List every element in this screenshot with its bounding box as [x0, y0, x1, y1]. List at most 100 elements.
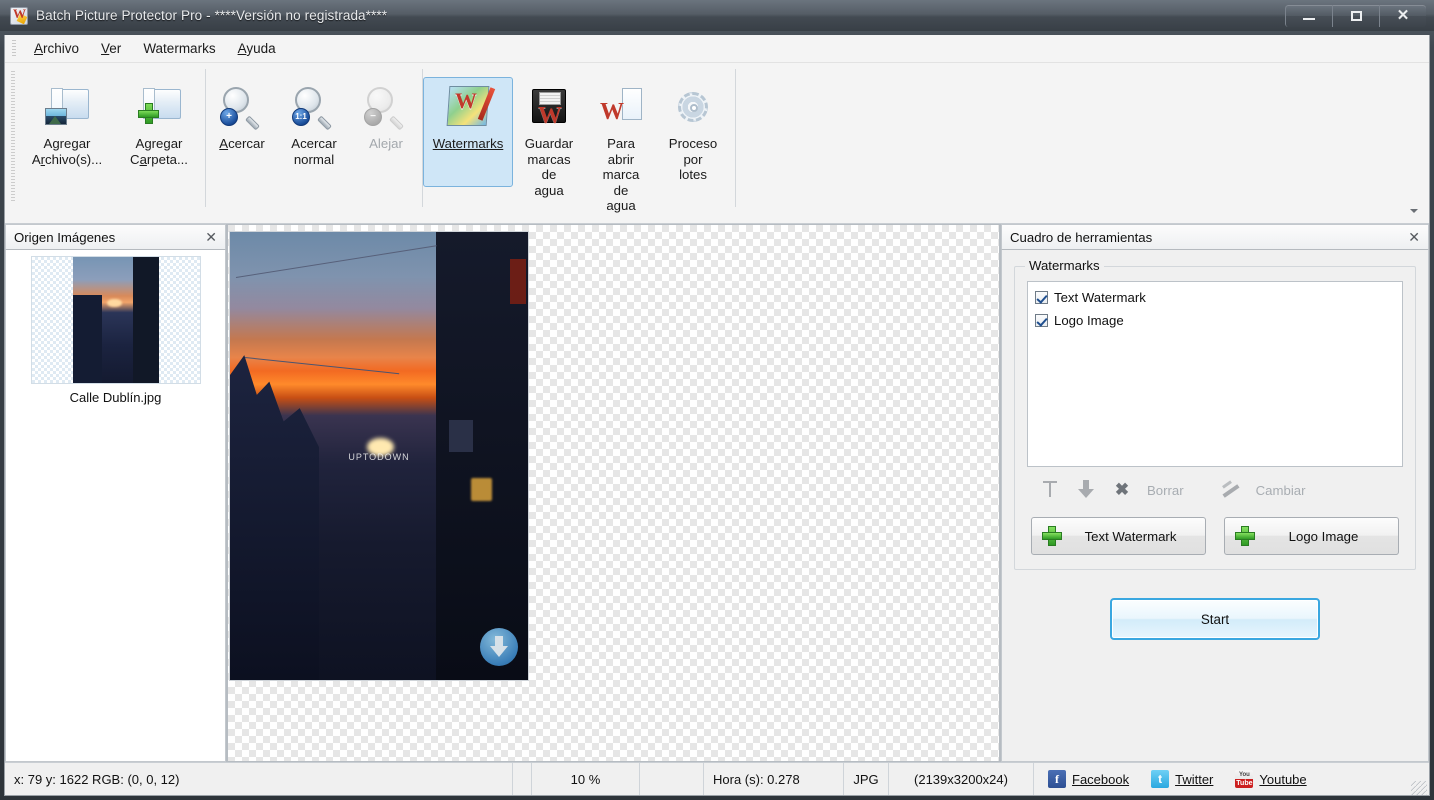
list-item[interactable]: Logo Image [1031, 309, 1399, 332]
toolbar-watermarks-label: Watermarks [432, 136, 504, 151]
toolbar-save-watermarks[interactable]: W Guardar marcas de agua [513, 77, 585, 199]
status-elapsed-time: Hora (s): 0.278 [704, 763, 844, 795]
move-down-icon [1075, 480, 1097, 500]
delete-button[interactable]: ✖ [1105, 476, 1139, 504]
photo-wire-2 [244, 357, 400, 375]
youtube-icon [1235, 770, 1254, 788]
toolbar-add-folder[interactable]: Agregar Carpeta... [113, 77, 205, 187]
toolbar-zoom-in-label: Acercar [219, 136, 265, 151]
borrar-button[interactable]: Borrar [1141, 479, 1190, 502]
toolbar-zoom-in[interactable]: + Acercar [206, 77, 278, 187]
save-watermarks-icon: W [526, 84, 572, 130]
status-spacer [513, 763, 532, 795]
status-zoom-level: 10 % [532, 763, 640, 795]
toolbar-watermarks[interactable]: W Watermarks [423, 77, 513, 187]
window-controls: ✕ [1285, 4, 1426, 27]
toolbar-batch-process-label: Proceso por lotes [668, 136, 718, 182]
add-text-watermark-button[interactable]: Text Watermark [1031, 517, 1206, 555]
main-body: Origen Imágenes ✕ Calle Dublín.jpg UPTOD… [5, 224, 1429, 762]
toolbar-zoom-out[interactable]: − Alejar [350, 77, 422, 187]
cambiar-label: Cambiar [1255, 482, 1306, 498]
watermark-list-tools: ✖ Borrar Cambiar [1027, 473, 1403, 507]
list-item-label: Text Watermark [1054, 290, 1146, 305]
status-coordinates: x: 79 y: 1622 RGB: (0, 0, 12) [5, 763, 513, 795]
add-logo-image-button[interactable]: Logo Image [1224, 517, 1399, 555]
photo-wire [235, 245, 437, 278]
move-up-icon [1039, 480, 1061, 500]
close-icon: ✕ [1396, 7, 1410, 24]
batch-process-icon [670, 84, 716, 130]
toolbar-overflow-button[interactable] [1407, 205, 1421, 217]
status-social-links: f Facebook t Twitter You tube [1034, 763, 1429, 795]
toolbox-title: Cuadro de herramientas [1010, 229, 1153, 245]
add-watermark-buttons: Text Watermark Logo Image [1027, 517, 1403, 555]
toolbar-add-folder-label: Agregar Carpeta... [130, 136, 188, 167]
main-toolbar: Agregar Archivo(s)... Agregar Carpeta... +… [5, 63, 1429, 224]
toolbar-open-watermark[interactable]: W Para abrir marca de agua [585, 77, 657, 215]
photo-left-buildings [230, 355, 320, 680]
open-watermark-icon: W [598, 84, 644, 130]
close-button[interactable]: ✕ [1379, 4, 1426, 27]
twitter-icon: t [1151, 770, 1170, 788]
toolbar-group-files: Agregar Archivo(s)... Agregar Carpeta... [21, 63, 205, 223]
start-button-row: Start [1014, 598, 1416, 640]
preview-image[interactable]: UPTODOWN [229, 231, 529, 681]
app-icon [10, 6, 28, 25]
resize-grip[interactable] [1411, 781, 1427, 795]
minimize-button[interactable] [1285, 4, 1332, 27]
toolbar-add-files[interactable]: Agregar Archivo(s)... [21, 77, 113, 187]
file-name: Calle Dublín.jpg [69, 390, 162, 405]
download-arrow-icon [490, 636, 508, 658]
move-up-button[interactable] [1033, 476, 1067, 504]
toolbar-save-watermarks-label: Guardar marcas de agua [524, 136, 574, 198]
list-item[interactable]: Text Watermark [1031, 286, 1399, 309]
status-blank [640, 763, 704, 795]
toolbox-body: Watermarks Text Watermark Logo Image ✖ B… [1001, 250, 1429, 762]
watermarks-groupbox-legend: Watermarks [1025, 258, 1104, 273]
start-button[interactable]: Start [1110, 598, 1320, 640]
youtube-link[interactable]: You tube [1235, 770, 1307, 788]
text-watermark-overlay: UPTODOWN [348, 451, 410, 462]
green-plus-icon [1235, 526, 1255, 546]
status-bar: x: 79 y: 1622 RGB: (0, 0, 12) 10 % Hora … [5, 762, 1429, 795]
cambiar-button[interactable]: Cambiar [1250, 479, 1312, 502]
close-icon[interactable]: ✕ [1406, 230, 1422, 244]
window-title: Batch Picture Protector Pro - ****Versió… [36, 8, 388, 23]
source-images-title: Origen Imágenes [14, 229, 116, 245]
list-item[interactable]: Calle Dublín.jpg [28, 256, 204, 405]
toolbar-open-watermark-label: Para abrir marca de agua [602, 136, 640, 213]
zoom-out-icon: − [363, 84, 409, 131]
menu-item-ayuda[interactable]: Ayuda [227, 37, 287, 60]
checkbox-text-watermark[interactable] [1035, 291, 1048, 304]
facebook-label: Facebook [1072, 771, 1130, 787]
edit-button[interactable] [1214, 476, 1248, 504]
toolbar-zoom-actual[interactable]: 1:1 Acercar normal [278, 77, 350, 187]
menu-item-watermarks[interactable]: Watermarks [132, 37, 226, 60]
move-down-button[interactable] [1069, 476, 1103, 504]
facebook-icon: f [1048, 770, 1066, 788]
menu-item-ver[interactable]: Ver [90, 37, 132, 60]
toolbox-header: Cuadro de herramientas ✕ [1001, 224, 1429, 250]
toolbar-batch-process[interactable]: Proceso por lotes [657, 77, 729, 187]
logo-watermark-overlay [480, 628, 518, 666]
twitter-link[interactable]: t Twitter [1151, 770, 1213, 788]
checkbox-logo-image[interactable] [1035, 314, 1048, 327]
toolbar-zoom-out-label: Alejar [369, 136, 403, 151]
facebook-link[interactable]: f Facebook [1048, 770, 1129, 788]
borrar-label: Borrar [1147, 482, 1184, 498]
toolbar-grip[interactable] [11, 71, 15, 203]
add-logo-image-label: Logo Image [1288, 528, 1359, 544]
source-images-list[interactable]: Calle Dublín.jpg [5, 250, 226, 762]
watermarks-icon: W [445, 84, 496, 130]
image-canvas[interactable]: UPTODOWN [227, 224, 1000, 762]
maximize-button[interactable] [1332, 4, 1379, 27]
menu-grip [12, 39, 16, 58]
menu-item-archivo[interactable]: AArchivorchivo [23, 37, 90, 60]
toolbar-separator-3 [735, 69, 736, 207]
add-text-watermark-label: Text Watermark [1084, 528, 1177, 544]
watermark-list[interactable]: Text Watermark Logo Image [1027, 281, 1403, 467]
close-icon[interactable]: ✕ [203, 230, 219, 244]
thumbnail[interactable] [30, 256, 201, 384]
menu-bar: AArchivorchivo Ver Watermarks Ayuda [5, 35, 1429, 63]
status-image-dimensions: (2139x3200x24) [889, 763, 1034, 795]
